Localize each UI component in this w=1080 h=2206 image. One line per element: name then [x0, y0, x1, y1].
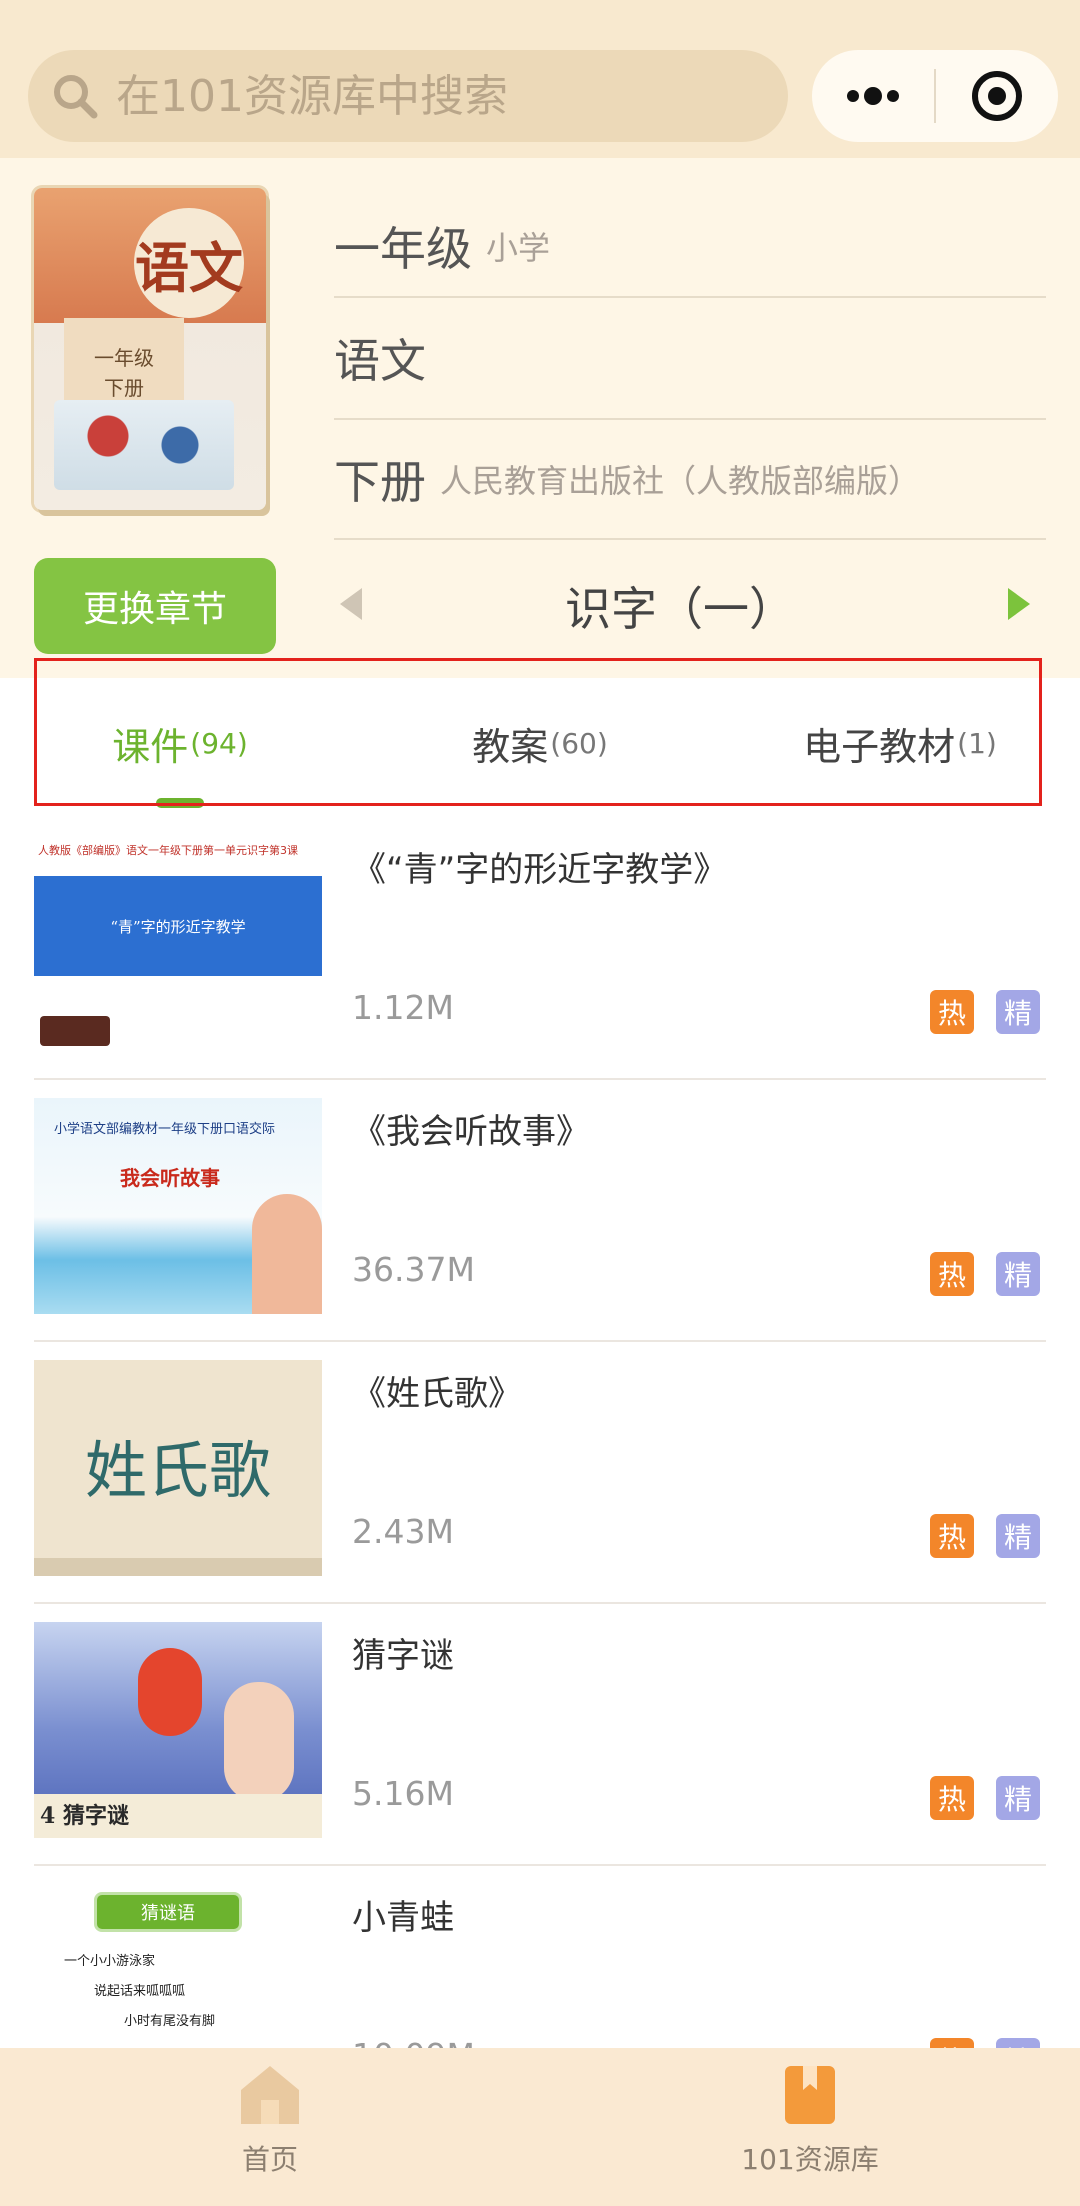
tab-count: (60): [550, 726, 608, 760]
item-size: 1.12M: [352, 988, 454, 1027]
list-item[interactable]: 人教版《部编版》语文一年级下册第一单元识字第3课 “青”字的形近字教学 《“青”…: [0, 818, 1080, 1080]
thumb-figure: [40, 1016, 110, 1046]
cover-illustration: [54, 400, 234, 490]
item-size: 5.16M: [352, 1774, 454, 1813]
hot-badge: 热: [930, 990, 974, 1034]
thumb-text: 姓氏歌: [84, 1434, 271, 1507]
active-tab-indicator: [156, 798, 204, 808]
hot-badge: 热: [930, 1776, 974, 1820]
item-title: 小青蛙: [352, 1898, 454, 1938]
nav-item-home[interactable]: 首页: [0, 2048, 540, 2206]
book-cover[interactable]: 语文 一年级 下册: [34, 188, 266, 510]
item-thumbnail: 4 猜字谜: [34, 1622, 322, 1838]
featured-badge: 精: [996, 1252, 1040, 1296]
featured-badge: 精: [996, 1514, 1040, 1558]
search-input[interactable]: [114, 69, 758, 123]
featured-badge: 精: [996, 990, 1040, 1034]
thumb-line: 一个小小游泳家: [64, 1954, 156, 1969]
bookmark-book-icon: [785, 2066, 835, 2124]
thumb-text: 猜谜语: [94, 1892, 242, 1932]
list-item[interactable]: 小学语文部编教材一年级下册口语交际 我会听故事 《我会听故事》 36.37M 热…: [0, 1080, 1080, 1342]
cover-grade: 一年级: [94, 346, 154, 370]
featured-badge: 精: [996, 1776, 1040, 1820]
item-thumbnail: 人教版《部编版》语文一年级下册第一单元识字第3课 “青”字的形近字教学: [34, 836, 322, 1052]
item-size: 36.37M: [352, 1250, 475, 1289]
tab-e-textbook[interactable]: 电子教材 (1): [720, 678, 1080, 808]
bottom-nav: 首页 101资源库: [0, 2048, 1080, 2206]
close-button[interactable]: [936, 50, 1058, 142]
lantern-figure: [138, 1648, 202, 1736]
thumb-figure: [224, 1682, 294, 1802]
change-chapter-button[interactable]: 更换章节: [34, 558, 276, 654]
grade-row: 一年级 小学: [334, 196, 1046, 298]
next-chapter-arrow-icon[interactable]: [1008, 588, 1030, 620]
resource-list: 人教版《部编版》语文一年级下册第一单元识字第3课 “青”字的形近字教学 《“青”…: [0, 818, 1080, 2128]
nav-label: 首页: [241, 2143, 298, 2176]
item-thumbnail: 姓氏歌: [34, 1360, 322, 1576]
item-title: 猜字谜: [352, 1636, 454, 1676]
tab-courseware[interactable]: 课件 (94): [0, 678, 360, 808]
cover-volume: 下册: [104, 376, 144, 400]
thumb-text: 我会听故事: [120, 1166, 220, 1190]
thumb-header: 小学语文部编教材一年级下册口语交际: [54, 1122, 276, 1137]
thumb-text: “青”字的形近字教学: [34, 876, 322, 976]
more-dots-icon: [847, 87, 899, 105]
tab-label: 课件: [112, 724, 189, 769]
item-thumbnail: 小学语文部编教材一年级下册口语交际 我会听故事: [34, 1098, 322, 1314]
tab-label: 电子教材: [803, 724, 956, 769]
nav-item-library[interactable]: 101资源库: [540, 2048, 1080, 2206]
volume-text: 下册: [334, 455, 426, 509]
home-icon: [241, 2066, 299, 2124]
resource-tabs: 课件 (94) 教案 (60) 电子教材 (1): [0, 678, 1080, 808]
thumb-text: 4 猜字谜: [40, 1803, 129, 1829]
publisher-text: 人民教育出版社（人教版部编版）: [440, 462, 921, 500]
tab-lesson-plan[interactable]: 教案 (60): [360, 678, 720, 808]
tab-count: (1): [957, 726, 997, 760]
item-title: 《姓氏歌》: [352, 1374, 522, 1414]
thumb-line: 小时有尾没有脚: [124, 2014, 216, 2029]
grade-text: 一年级: [334, 222, 472, 276]
chapter-title: 识字（一）: [565, 582, 795, 636]
search-icon: [54, 75, 98, 119]
thumb-line: 说起话来呱呱呱: [94, 1984, 186, 1999]
mini-program-capsule: [812, 50, 1058, 142]
prev-chapter-arrow-icon[interactable]: [340, 588, 362, 620]
level-text: 小学: [486, 229, 551, 267]
thumb-border: [34, 1558, 322, 1576]
tab-count: (94): [190, 726, 248, 760]
item-title: 《我会听故事》: [352, 1112, 590, 1152]
nav-label: 101资源库: [741, 2143, 879, 2176]
subject-row: 语文: [334, 298, 1046, 420]
subject-text: 语文: [334, 334, 426, 388]
hot-badge: 热: [930, 1514, 974, 1558]
target-icon: [972, 71, 1022, 121]
cover-title: 语文: [134, 208, 244, 318]
tab-label: 教案: [472, 724, 549, 769]
volume-row: 下册 人民教育出版社（人教版部编版）: [334, 420, 1046, 540]
search-bar[interactable]: [28, 50, 788, 142]
list-item[interactable]: 4 猜字谜 猜字谜 5.16M 热 精: [0, 1604, 1080, 1866]
top-bar: [0, 0, 1080, 158]
thumb-header: 人教版《部编版》语文一年级下册第一单元识字第3课: [38, 844, 298, 857]
item-size: 2.43M: [352, 1512, 454, 1551]
thumb-figure: [252, 1194, 322, 1314]
more-button[interactable]: [812, 50, 934, 142]
list-item[interactable]: 姓氏歌 《姓氏歌》 2.43M 热 精: [0, 1342, 1080, 1604]
book-header: 语文 一年级 下册 一年级 小学 语文 下册 人民教育出版社（人教版部编版） 更…: [0, 158, 1080, 678]
item-title: 《“青”字的形近字教学》: [352, 850, 728, 890]
hot-badge: 热: [930, 1252, 974, 1296]
